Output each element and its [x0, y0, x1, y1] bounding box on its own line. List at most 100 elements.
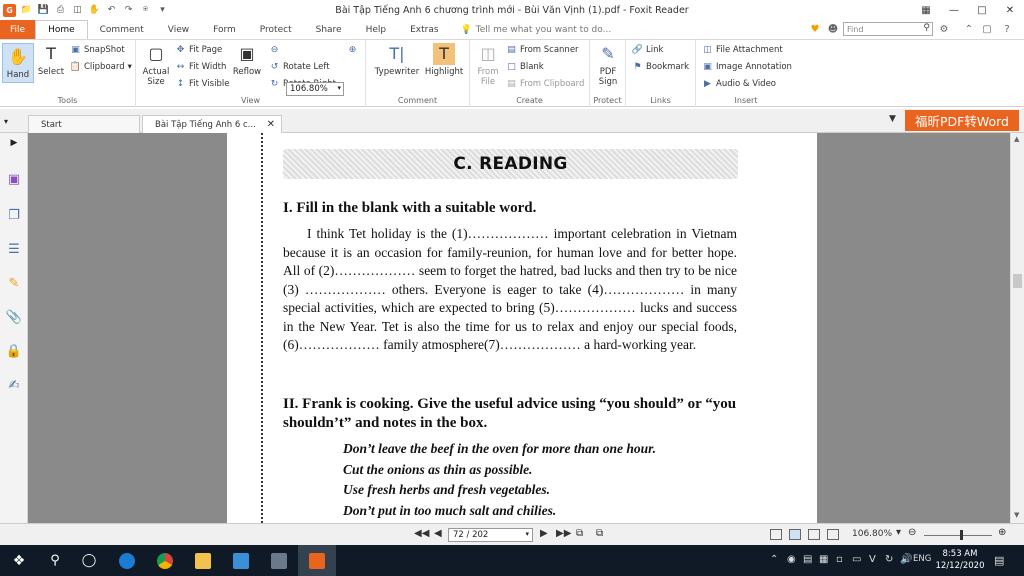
- user-icon[interactable]: ☻: [826, 21, 840, 37]
- foxit-reader-taskbar-icon[interactable]: [298, 545, 336, 576]
- tab-start[interactable]: Start: [28, 115, 140, 133]
- security-lock-icon[interactable]: 🔒: [6, 343, 22, 359]
- language-indicator[interactable]: ENG: [913, 554, 931, 564]
- open-folder-icon[interactable]: 📁: [20, 4, 33, 17]
- tab-file[interactable]: File: [0, 20, 36, 39]
- scrollbar-thumb[interactable]: [1013, 274, 1022, 288]
- tab-current-document[interactable]: Bài Tập Tiếng Anh 6 c... ✕: [142, 115, 282, 133]
- zoom-in-icon[interactable]: ⊕: [347, 43, 358, 57]
- signature-panel-icon[interactable]: ✍: [6, 377, 22, 393]
- tray-network-icon[interactable]: ▦: [819, 554, 828, 565]
- taskbar-clock[interactable]: 8:53 AM 12/12/2020: [932, 548, 988, 572]
- tray-chevron-up-icon[interactable]: ⌃: [770, 554, 778, 565]
- search-icon[interactable]: ⚲: [923, 23, 930, 33]
- store-icon[interactable]: [222, 545, 260, 576]
- continuous-view-icon[interactable]: [789, 529, 801, 540]
- bookmark-button[interactable]: ⚑ Bookmark: [632, 60, 689, 74]
- minimize-button[interactable]: —: [940, 0, 968, 20]
- edge-browser-icon[interactable]: [108, 545, 146, 576]
- link-button[interactable]: 🔗 Link: [632, 43, 664, 57]
- reflow-button[interactable]: ▣ Reflow: [232, 43, 262, 78]
- tell-me-box[interactable]: 💡 Tell me what you want to do...: [461, 20, 612, 39]
- new-icon[interactable]: ◫: [71, 4, 84, 17]
- chevron-up-icon[interactable]: ⌃: [962, 21, 976, 37]
- pages-panel-icon[interactable]: ❐: [6, 207, 22, 223]
- tab-view[interactable]: View: [156, 20, 201, 39]
- start-windows-icon[interactable]: ❖: [0, 545, 38, 576]
- volume-icon[interactable]: 🔊: [900, 554, 912, 565]
- typewriter-button[interactable]: T| Typewriter: [372, 43, 422, 78]
- stamp-icon[interactable]: ⍟: [139, 4, 152, 17]
- comments-panel-icon[interactable]: ✎: [6, 275, 22, 291]
- fit-page-button[interactable]: ✥ Fit Page: [175, 43, 223, 57]
- document-canvas[interactable]: C. READING I. Fill in the blank with a s…: [28, 133, 1010, 523]
- from-file-button[interactable]: ◫ From File: [474, 43, 502, 88]
- comment-icon[interactable]: ▢: [980, 21, 994, 37]
- ribbon-display-icon[interactable]: ▦: [912, 0, 940, 20]
- chrome-browser-icon[interactable]: [146, 545, 184, 576]
- task-view-icon[interactable]: ◯: [72, 545, 106, 576]
- close-button[interactable]: ✕: [996, 0, 1024, 20]
- zoom-out-icon[interactable]: ⊖: [269, 43, 280, 57]
- highlight-button[interactable]: T Highlight: [424, 43, 464, 77]
- select-button[interactable]: T Select: [36, 43, 66, 78]
- tab-home[interactable]: Home: [35, 20, 88, 39]
- help-icon[interactable]: ?: [1000, 21, 1014, 37]
- fit-width-button[interactable]: ↔ Fit Width: [175, 60, 227, 74]
- zoom-dropdown-icon[interactable]: ▾: [896, 527, 901, 538]
- dropdown-arrow-icon[interactable]: ▼: [889, 114, 896, 124]
- customize-qat-icon[interactable]: ▾: [156, 4, 169, 17]
- search-icon[interactable]: ⚲: [38, 545, 72, 576]
- next-page-icon[interactable]: ▶: [540, 528, 548, 539]
- single-page-view-icon[interactable]: [770, 529, 782, 540]
- page-number-input[interactable]: 72 / 202 ▾: [448, 528, 533, 542]
- bookmarks-panel-icon[interactable]: ▣: [6, 171, 22, 187]
- tab-share[interactable]: Share: [304, 20, 354, 39]
- tray-file-icon[interactable]: ▤: [803, 554, 812, 565]
- tab-extras[interactable]: Extras: [398, 20, 450, 39]
- zoom-in-icon[interactable]: ⊕: [998, 527, 1006, 538]
- image-annotation-button[interactable]: ▣ Image Annotation: [702, 60, 792, 74]
- file-explorer-icon[interactable]: [184, 545, 222, 576]
- scroll-up-icon[interactable]: ▲: [1014, 135, 1019, 143]
- from-clipboard-button[interactable]: ▤ From Clipboard: [506, 77, 584, 91]
- tray-app-icon[interactable]: ◉: [787, 554, 796, 565]
- tab-form[interactable]: Form: [201, 20, 248, 39]
- heart-icon[interactable]: ♥: [808, 21, 822, 37]
- tray-vietnamese-ime-icon[interactable]: V: [869, 554, 876, 565]
- tab-help[interactable]: Help: [354, 20, 399, 39]
- gear-icon[interactable]: ⚙: [937, 21, 951, 37]
- maximize-button[interactable]: □: [968, 0, 996, 20]
- zoom-select[interactable]: 106.80% ▾: [286, 82, 344, 96]
- previous-page-icon[interactable]: ◀: [434, 528, 442, 539]
- first-page-icon[interactable]: ◀◀: [414, 528, 429, 539]
- print-icon[interactable]: ⎙: [54, 4, 67, 17]
- redo-icon[interactable]: ↷: [122, 4, 135, 17]
- pdf-sign-button[interactable]: ✎ PDF Sign: [594, 43, 622, 88]
- calculator-icon[interactable]: [260, 545, 298, 576]
- last-page-icon[interactable]: ▶▶: [556, 528, 571, 539]
- blank-button[interactable]: □ Blank: [506, 60, 543, 74]
- foxit-logo-icon[interactable]: G: [3, 3, 16, 17]
- hand-tool-icon[interactable]: ✋: [88, 4, 101, 17]
- audio-video-button[interactable]: ▶ Audio & Video: [702, 77, 776, 91]
- chevron-down-icon[interactable]: ▾: [4, 117, 8, 126]
- previous-view-icon[interactable]: ⧉: [576, 528, 583, 539]
- from-scanner-button[interactable]: ▤ From Scanner: [506, 43, 578, 57]
- next-view-icon[interactable]: ⧉: [596, 528, 603, 539]
- zoom-slider[interactable]: [924, 530, 992, 540]
- actual-size-button[interactable]: ▢ Actual Size: [142, 43, 170, 88]
- hand-button[interactable]: ✋ Hand: [2, 43, 34, 83]
- facing-view-icon[interactable]: [808, 529, 820, 540]
- attachments-panel-icon[interactable]: 📎: [6, 309, 22, 325]
- tab-protect[interactable]: Protect: [248, 20, 304, 39]
- tab-comment[interactable]: Comment: [88, 20, 156, 39]
- snapshot-button[interactable]: ▣ SnapShot: [70, 43, 124, 57]
- zoom-slider-knob[interactable]: [960, 530, 963, 540]
- scroll-down-icon[interactable]: ▼: [1014, 511, 1019, 519]
- notifications-icon[interactable]: ▤: [994, 554, 1004, 567]
- fit-visible-button[interactable]: ↕ Fit Visible: [175, 77, 230, 91]
- vertical-scrollbar[interactable]: ▲ ▼: [1010, 133, 1024, 523]
- tray-power-icon[interactable]: ▭: [852, 554, 861, 565]
- continuous-facing-view-icon[interactable]: [827, 529, 839, 540]
